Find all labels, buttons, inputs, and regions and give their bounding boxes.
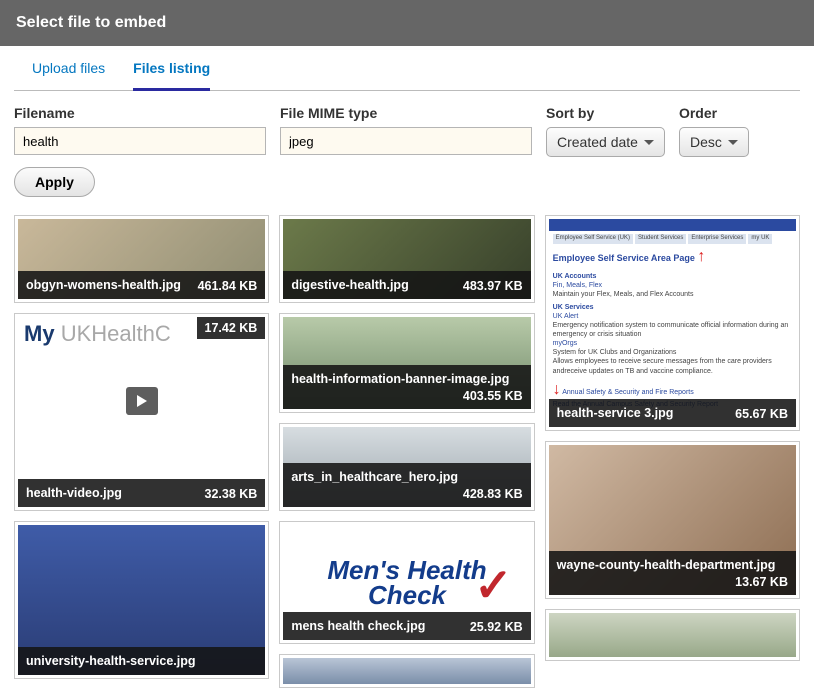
dialog-title: Select file to embed — [16, 14, 166, 31]
file-info-overlay: obgyn-womens-health.jpg 461.84 KB — [18, 271, 265, 299]
chevron-down-icon — [728, 140, 738, 145]
file-info-overlay: arts_in_healthcare_hero.jpg 428.83 KB — [283, 463, 530, 507]
filename-label: Filename — [14, 105, 266, 121]
file-card[interactable]: Employee Self Service (UK)Student Servic… — [545, 215, 800, 431]
order-value: Desc — [690, 134, 722, 150]
file-card[interactable]: obgyn-womens-health.jpg 461.84 KB — [14, 215, 269, 303]
tab-files-listing[interactable]: Files listing — [133, 60, 210, 91]
chevron-down-icon — [644, 140, 654, 145]
file-info-overlay: mens health check.jpg 25.92 KB — [283, 612, 530, 640]
file-grid: obgyn-womens-health.jpg 461.84 KB My UKHea… — [0, 209, 814, 688]
play-icon — [126, 387, 158, 415]
file-thumbnail: university-health-service.jpg — [18, 525, 265, 675]
file-size: 13.67 KB — [735, 575, 788, 589]
grid-column: digestive-health.jpg 483.97 KB health-info… — [279, 215, 534, 688]
apply-button[interactable]: Apply — [14, 167, 95, 197]
file-thumbnail: arts_in_healthcare_hero.jpg 428.83 KB — [283, 427, 530, 507]
file-name: health-video.jpg — [26, 485, 122, 501]
file-card[interactable] — [545, 609, 800, 661]
mime-label: File MIME type — [280, 105, 532, 121]
order-select[interactable]: Desc — [679, 127, 749, 157]
file-name: arts_in_healthcare_hero.jpg — [291, 469, 458, 485]
filename-input[interactable] — [14, 127, 266, 155]
file-name: obgyn-womens-health.jpg — [26, 277, 181, 293]
file-card[interactable]: My UKHealthC 17.42 KB health-video.jpg 32.3… — [14, 313, 269, 511]
file-thumbnail — [549, 613, 796, 657]
file-card[interactable]: arts_in_healthcare_hero.jpg 428.83 KB — [279, 423, 534, 511]
file-name: wayne-county-health-department.jpg — [557, 557, 776, 573]
file-thumbnail: Employee Self Service (UK)Student Servic… — [549, 219, 796, 427]
file-size: 65.67 KB — [735, 407, 788, 421]
file-thumbnail: obgyn-womens-health.jpg 461.84 KB — [18, 219, 265, 299]
file-size: 403.55 KB — [463, 389, 523, 403]
file-info-overlay: health-service 3.jpg 65.67 KB — [549, 399, 796, 427]
file-name: mens health check.jpg — [291, 618, 425, 634]
file-card[interactable]: Men's HealthCheck✓mens health check.jpg2… — [279, 521, 534, 644]
file-size: 483.97 KB — [463, 279, 523, 293]
file-card[interactable]: digestive-health.jpg 483.97 KB — [279, 215, 534, 303]
grid-column: Employee Self Service (UK)Student Servic… — [545, 215, 800, 688]
order-label: Order — [679, 105, 749, 121]
order-field: Order Desc — [679, 105, 749, 157]
file-size: 428.83 KB — [463, 487, 523, 501]
file-info-overlay: university-health-service.jpg — [18, 647, 265, 675]
file-info-overlay: digestive-health.jpg 483.97 KB — [283, 271, 530, 299]
file-thumbnail: My UKHealthC 17.42 KB health-video.jpg 32.3… — [18, 317, 265, 507]
file-size: 32.38 KB — [205, 487, 258, 501]
sort-label: Sort by — [546, 105, 665, 121]
mime-input[interactable] — [280, 127, 532, 155]
file-info-overlay: health-information-banner-image.jpg 403.5… — [283, 365, 530, 409]
file-card[interactable]: wayne-county-health-department.jpg 13.67 … — [545, 441, 800, 599]
file-name: digestive-health.jpg — [291, 277, 408, 293]
file-thumbnail — [283, 658, 530, 684]
filename-field: Filename — [14, 105, 266, 155]
file-name: health-service 3.jpg — [557, 405, 674, 421]
sort-value: Created date — [557, 134, 638, 150]
file-card[interactable]: university-health-service.jpg — [14, 521, 269, 679]
file-card[interactable]: health-information-banner-image.jpg 403.5… — [279, 313, 534, 413]
grid-column: obgyn-womens-health.jpg 461.84 KB My UKHea… — [14, 215, 269, 688]
mime-field: File MIME type — [280, 105, 532, 155]
filters-row: Filename File MIME type Sort by Created … — [0, 91, 814, 163]
file-thumbnail: digestive-health.jpg 483.97 KB — [283, 219, 530, 299]
myuk-logo: My UKHealthC — [24, 321, 171, 347]
apply-row: Apply — [0, 163, 814, 209]
file-card[interactable] — [279, 654, 534, 688]
file-thumbnail: Men's HealthCheck✓mens health check.jpg2… — [283, 525, 530, 640]
file-thumbnail: health-information-banner-image.jpg 403.5… — [283, 317, 530, 409]
sort-field: Sort by Created date — [546, 105, 665, 157]
file-name: health-information-banner-image.jpg — [291, 371, 509, 387]
tabs: Upload files Files listing — [14, 46, 800, 91]
file-size-badge: 17.42 KB — [197, 317, 266, 339]
dialog-header: Select file to embed — [0, 0, 814, 46]
file-name: university-health-service.jpg — [26, 653, 196, 669]
file-info-overlay: wayne-county-health-department.jpg 13.67 … — [549, 551, 796, 595]
file-size: 461.84 KB — [198, 279, 258, 293]
file-size: 25.92 KB — [470, 620, 523, 634]
file-info-overlay: health-video.jpg 32.38 KB — [18, 479, 265, 507]
file-thumbnail: wayne-county-health-department.jpg 13.67 … — [549, 445, 796, 595]
tab-upload-files[interactable]: Upload files — [32, 60, 105, 90]
ess-screenshot-graphic: Employee Self Service (UK)Student Servic… — [549, 219, 796, 427]
sort-select[interactable]: Created date — [546, 127, 665, 157]
